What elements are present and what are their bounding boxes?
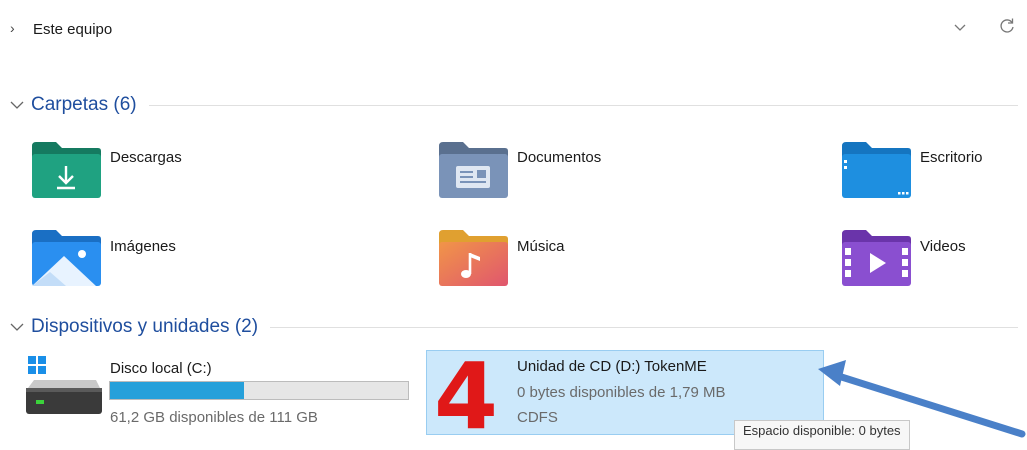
drive-name: Disco local (C:)	[110, 360, 212, 377]
documents-folder-icon	[439, 142, 508, 198]
chevron-down-icon[interactable]	[952, 19, 968, 35]
drive-usage-fill	[110, 382, 244, 399]
folder-item-documents[interactable]: Documentos	[437, 138, 817, 206]
folder-label: Videos	[920, 238, 966, 255]
folder-label: Descargas	[110, 149, 182, 166]
refresh-icon[interactable]	[997, 16, 1017, 36]
local-disk-icon	[26, 356, 102, 414]
drive-name: Unidad de CD (D:) TokenME	[517, 358, 707, 375]
annotation-number: 4	[436, 356, 498, 432]
folder-item-pictures[interactable]: Imágenes	[30, 226, 410, 294]
chevron-down-icon	[10, 323, 24, 331]
folder-label: Imágenes	[110, 238, 176, 255]
section-divider	[148, 104, 1018, 106]
cd-drive-icon: 4	[436, 356, 498, 432]
address-path[interactable]: Este equipo	[33, 21, 112, 38]
folder-label: Documentos	[517, 149, 602, 166]
folder-item-music[interactable]: Música	[437, 226, 817, 294]
drive-free-space: 0 bytes disponibles de 1,79 MB	[517, 384, 726, 401]
tooltip: Espacio disponible: 0 bytes	[734, 420, 910, 450]
drive-filesystem: CDFS	[517, 409, 558, 426]
tooltip-text: Espacio disponible: 0 bytes	[743, 423, 901, 438]
folder-item-videos[interactable]: Videos	[840, 226, 1025, 294]
drive-free-space: 61,2 GB disponibles de 111 GB	[110, 409, 318, 426]
section-divider	[270, 326, 1018, 328]
folder-label: Música	[517, 238, 565, 255]
videos-folder-icon	[842, 230, 911, 286]
downloads-folder-icon	[32, 142, 101, 198]
folder-label: Escritorio	[920, 149, 983, 166]
chevron-down-icon	[10, 101, 24, 109]
pictures-folder-icon	[32, 230, 101, 286]
expand-chevron-icon[interactable]: ›	[10, 20, 15, 36]
music-folder-icon	[439, 230, 508, 286]
drive-usage-bar	[109, 381, 409, 400]
section-header-devices[interactable]: Dispositivos y unidades (2)	[8, 314, 1018, 340]
section-header-folders[interactable]: Carpetas (6)	[8, 92, 1018, 118]
folder-item-downloads[interactable]: Descargas	[30, 138, 410, 206]
desktop-folder-icon	[842, 142, 911, 198]
section-title: Dispositivos y unidades (2)	[31, 316, 259, 337]
section-title: Carpetas (6)	[31, 94, 137, 115]
folder-item-desktop[interactable]: Escritorio	[840, 138, 1025, 206]
